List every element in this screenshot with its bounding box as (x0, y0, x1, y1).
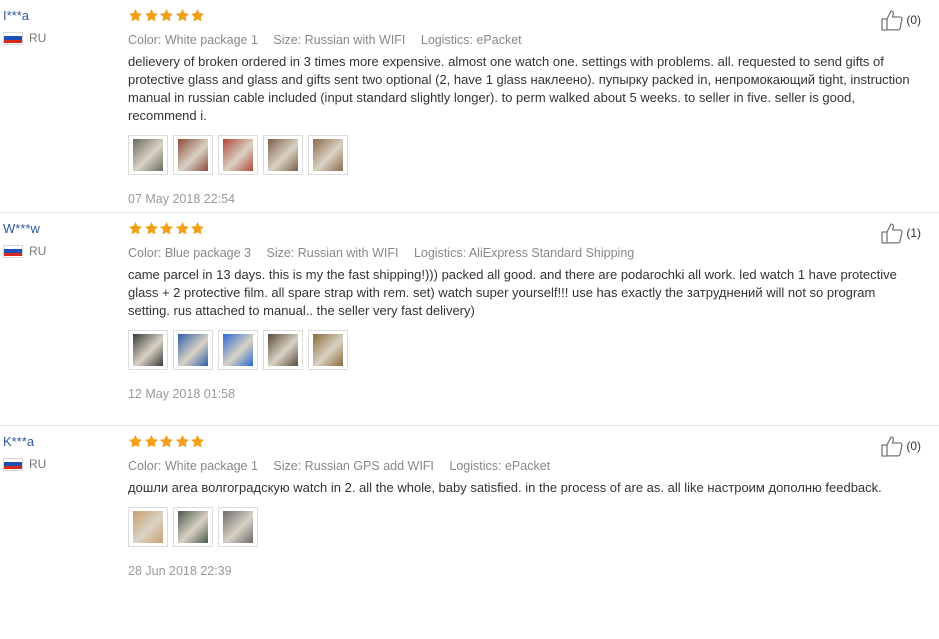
star-icon (159, 8, 174, 23)
review-text: came parcel in 13 days. this is my the f… (128, 267, 897, 318)
russia-flag-icon (3, 244, 23, 258)
star-icon (128, 8, 143, 23)
star-icon (175, 434, 190, 449)
helpful-vote[interactable]: (0) (880, 435, 921, 457)
attr-color: Color: White package 1 (128, 33, 258, 47)
review-item: I***a RU Color: White package 1 Size: Ru… (0, 0, 939, 213)
review-photo-thumbnail[interactable] (263, 330, 303, 370)
attr-size: Size: Russian GPS add WIFI (273, 459, 434, 473)
review-date: 07 May 2018 22:54 (128, 192, 236, 206)
review-body: Color: White package 1 Size: Russian GPS… (128, 434, 918, 578)
helpful-vote[interactable]: (1) (880, 222, 921, 244)
reviewer-info: K***a RU (3, 434, 113, 471)
star-icon (159, 434, 174, 449)
review-text: delievery of broken ordered in 3 times m… (128, 54, 910, 123)
review-date: 12 May 2018 01:58 (128, 387, 236, 401)
star-icon (190, 8, 205, 23)
review-photo-thumbnail[interactable] (128, 330, 168, 370)
attr-size: Size: Russian with WIFI (266, 246, 399, 260)
attr-color: Color: Blue package 3 (128, 246, 251, 260)
country-code: RU (29, 457, 47, 471)
star-icon (175, 221, 190, 236)
star-icon (128, 221, 143, 236)
helpful-count: (0) (906, 439, 921, 453)
review-photo-thumbnail[interactable] (218, 135, 258, 175)
helpful-count: (1) (906, 226, 921, 240)
russia-flag-icon (3, 457, 23, 471)
reviewer-name[interactable]: W***w (3, 221, 113, 236)
star-rating (128, 221, 918, 237)
review-photo-thumbnail[interactable] (218, 507, 258, 547)
review-photo-thumbnail[interactable] (263, 135, 303, 175)
thumbs-up-icon[interactable] (880, 435, 904, 457)
review-photo-thumbnail[interactable] (128, 135, 168, 175)
attr-logistics: Logistics: ePacket (449, 459, 551, 473)
review-photo-thumbnail[interactable] (308, 135, 348, 175)
review-item: K***a RU Color: White package 1 Size: Ru… (0, 426, 939, 639)
order-attributes: Color: White package 1 Size: Russian GPS… (128, 459, 918, 473)
reviewer-country: RU (3, 244, 113, 258)
star-icon (159, 221, 174, 236)
review-photo-thumbnail[interactable] (218, 330, 258, 370)
reviewer-country: RU (3, 457, 113, 471)
attr-size: Size: Russian with WIFI (273, 33, 406, 47)
review-body: Color: Blue package 3 Size: Russian with… (128, 221, 918, 401)
review-text: дошли area волгоградскую watch in 2. all… (128, 480, 882, 495)
star-icon (190, 434, 205, 449)
review-list: I***a RU Color: White package 1 Size: Ru… (0, 0, 939, 639)
helpful-vote[interactable]: (0) (880, 9, 921, 31)
attr-color: Color: White package 1 (128, 459, 258, 473)
review-photo-thumbnail[interactable] (308, 330, 348, 370)
attr-logistics: Logistics: AliExpress Standard Shipping (413, 246, 635, 260)
russia-flag-icon (3, 31, 23, 45)
review-date: 28 Jun 2018 22:39 (128, 564, 232, 578)
order-attributes: Color: White package 1 Size: Russian wit… (128, 33, 918, 47)
review-body: Color: White package 1 Size: Russian wit… (128, 8, 918, 206)
review-photos (128, 507, 918, 547)
reviewer-info: W***w RU (3, 221, 113, 258)
review-photos (128, 135, 918, 175)
star-icon (144, 434, 159, 449)
reviewer-country: RU (3, 31, 113, 45)
review-photo-thumbnail[interactable] (128, 507, 168, 547)
review-photos (128, 330, 918, 370)
star-rating (128, 434, 918, 450)
review-item: W***w RU Color: Blue package 3 Size: Rus… (0, 213, 939, 426)
star-icon (144, 8, 159, 23)
star-icon (128, 434, 143, 449)
star-icon (175, 8, 190, 23)
attr-logistics: Logistics: ePacket (420, 33, 522, 47)
star-rating (128, 8, 918, 24)
review-photo-thumbnail[interactable] (173, 507, 213, 547)
reviewer-name[interactable]: K***a (3, 434, 113, 449)
thumbs-up-icon[interactable] (880, 9, 904, 31)
reviewer-info: I***a RU (3, 8, 113, 45)
star-icon (144, 221, 159, 236)
order-attributes: Color: Blue package 3 Size: Russian with… (128, 246, 918, 260)
thumbs-up-icon[interactable] (880, 222, 904, 244)
star-icon (190, 221, 205, 236)
helpful-count: (0) (906, 13, 921, 27)
reviewer-name[interactable]: I***a (3, 8, 113, 23)
review-photo-thumbnail[interactable] (173, 135, 213, 175)
country-code: RU (29, 31, 47, 45)
country-code: RU (29, 244, 47, 258)
review-photo-thumbnail[interactable] (173, 330, 213, 370)
